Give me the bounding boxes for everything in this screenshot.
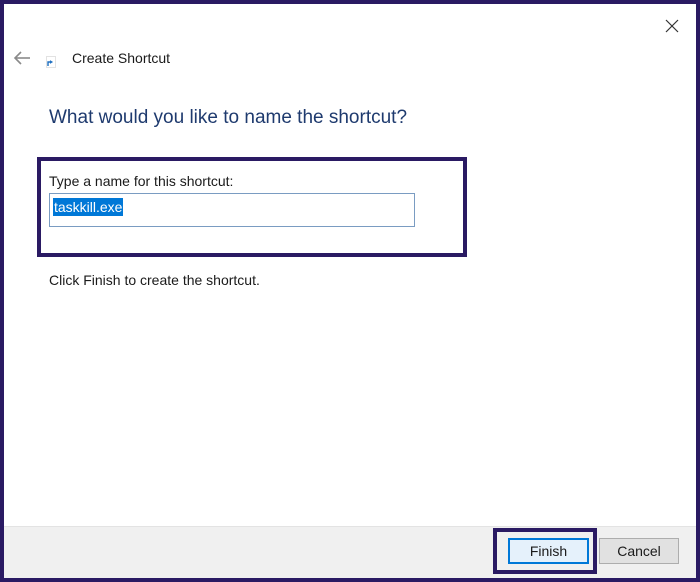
finish-hint: Click Finish to create the shortcut. bbox=[49, 272, 260, 288]
shortcut-icon bbox=[46, 56, 56, 68]
cancel-button[interactable]: Cancel bbox=[599, 538, 679, 564]
close-button[interactable] bbox=[658, 12, 686, 40]
back-button[interactable] bbox=[10, 46, 34, 70]
shortcut-name-input[interactable]: taskkill.exe bbox=[49, 193, 415, 227]
finish-button[interactable]: Finish bbox=[508, 538, 589, 564]
wizard-title: Create Shortcut bbox=[72, 50, 171, 66]
shortcut-name-label: Type a name for this shortcut: bbox=[49, 173, 234, 189]
close-icon bbox=[665, 19, 679, 33]
back-arrow-icon bbox=[13, 51, 30, 65]
shortcut-name-value: taskkill.exe bbox=[53, 198, 124, 216]
create-shortcut-window: Create Shortcut What would you like to n… bbox=[4, 4, 696, 578]
page-heading: What would you like to name the shortcut… bbox=[49, 107, 408, 128]
